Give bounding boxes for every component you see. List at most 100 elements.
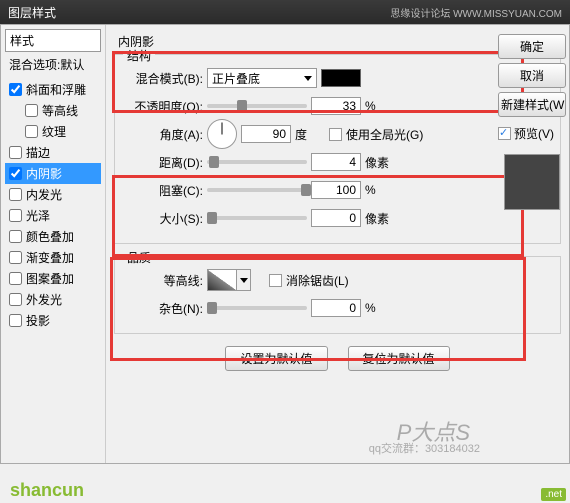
style-label: 光泽 — [26, 207, 50, 224]
style-checkbox[interactable] — [9, 188, 22, 201]
side-buttons: 确定 取消 新建样式(W 预览(V) — [498, 34, 566, 210]
style-checkbox[interactable] — [25, 104, 38, 117]
style-item-2[interactable]: 纹理 — [5, 121, 101, 142]
style-label: 纹理 — [42, 123, 66, 140]
blend-mode-value: 正片叠底 — [212, 70, 260, 87]
panel-title: 内阴影 — [114, 33, 561, 50]
structure-label: 结构 — [123, 47, 155, 64]
distance-row: 距离(D): 像素 — [123, 151, 552, 173]
contour-picker[interactable] — [207, 269, 251, 291]
distance-label: 距离(D): — [123, 154, 203, 171]
choke-slider[interactable] — [207, 188, 307, 192]
opacity-unit: % — [365, 99, 395, 113]
new-style-button[interactable]: 新建样式(W — [498, 92, 566, 117]
style-label: 内阴影 — [26, 165, 62, 182]
blend-mode-label: 混合模式(B): — [123, 70, 203, 87]
choke-unit: % — [365, 183, 395, 197]
style-item-6[interactable]: 光泽 — [5, 205, 101, 226]
size-unit: 像素 — [365, 210, 395, 227]
style-item-7[interactable]: 颜色叠加 — [5, 226, 101, 247]
style-label: 颜色叠加 — [26, 228, 74, 245]
preview-box — [504, 154, 560, 210]
opacity-input[interactable] — [311, 97, 361, 115]
blend-mode-row: 混合模式(B): 正片叠底 — [123, 67, 552, 89]
set-default-button[interactable]: 设置为默认值 — [225, 346, 327, 371]
style-checkbox[interactable] — [9, 314, 22, 327]
style-item-4[interactable]: 内阴影 — [5, 163, 101, 184]
style-checkbox[interactable] — [9, 146, 22, 159]
titlebar-source: 思缘设计论坛 WWW.MISSYUAN.COM — [390, 5, 562, 20]
color-swatch[interactable] — [321, 69, 361, 87]
choke-input[interactable] — [311, 181, 361, 199]
titlebar: 图层样式 思缘设计论坛 WWW.MISSYUAN.COM — [0, 0, 570, 24]
styles-header[interactable]: 样式 — [5, 29, 101, 52]
angle-label: 角度(A): — [123, 126, 203, 143]
watermark-qq: qq交流群：303184032 — [369, 440, 480, 456]
cancel-button[interactable]: 取消 — [498, 63, 566, 88]
style-item-1[interactable]: 等高线 — [5, 100, 101, 121]
logo: shancun — [10, 480, 84, 501]
choke-row: 阻塞(C): % — [123, 179, 552, 201]
style-label: 内发光 — [26, 186, 62, 203]
size-label: 大小(S): — [123, 210, 203, 227]
noise-input[interactable] — [311, 299, 361, 317]
contour-row: 等高线: 消除锯齿(L) — [123, 269, 552, 291]
style-label: 外发光 — [26, 291, 62, 308]
preview-check-row: 预览(V) — [498, 125, 566, 142]
noise-slider[interactable] — [207, 306, 307, 310]
blend-mode-dropdown[interactable]: 正片叠底 — [207, 68, 317, 88]
distance-slider[interactable] — [207, 160, 307, 164]
style-item-5[interactable]: 内发光 — [5, 184, 101, 205]
window-title: 图层样式 — [8, 4, 56, 21]
style-checkbox[interactable] — [9, 209, 22, 222]
style-checkbox[interactable] — [9, 293, 22, 306]
noise-row: 杂色(N): % — [123, 297, 552, 319]
style-checkbox[interactable] — [9, 83, 22, 96]
quality-group: 品质 等高线: 消除锯齿(L) 杂色(N): % — [114, 256, 561, 334]
blend-options-header[interactable]: 混合选项:默认 — [5, 54, 101, 75]
preview-label: 预览(V) — [514, 125, 554, 142]
antialias-checkbox[interactable] — [269, 274, 282, 287]
distance-input[interactable] — [311, 153, 361, 171]
style-checkbox[interactable] — [25, 125, 38, 138]
main-area: 样式 混合选项:默认 斜面和浮雕等高线纹理描边内阴影内发光光泽颜色叠加渐变叠加图… — [0, 24, 570, 464]
size-slider[interactable] — [207, 216, 307, 220]
size-row: 大小(S): 像素 — [123, 207, 552, 229]
opacity-label: 不透明度(O): — [123, 98, 203, 115]
style-label: 渐变叠加 — [26, 249, 74, 266]
angle-input[interactable] — [241, 125, 291, 143]
logo-net: .net — [541, 488, 566, 501]
style-item-3[interactable]: 描边 — [5, 142, 101, 163]
style-label: 等高线 — [42, 102, 78, 119]
choke-label: 阻塞(C): — [123, 182, 203, 199]
style-checkbox[interactable] — [9, 230, 22, 243]
style-label: 投影 — [26, 312, 50, 329]
angle-dial[interactable] — [207, 119, 237, 149]
preview-checkbox[interactable] — [498, 127, 511, 140]
style-checkbox[interactable] — [9, 167, 22, 180]
global-light-label: 使用全局光(G) — [346, 126, 423, 143]
size-input[interactable] — [311, 209, 361, 227]
style-item-8[interactable]: 渐变叠加 — [5, 247, 101, 268]
style-list: 斜面和浮雕等高线纹理描边内阴影内发光光泽颜色叠加渐变叠加图案叠加外发光投影 — [5, 79, 101, 331]
angle-unit: 度 — [295, 126, 325, 143]
global-light-checkbox[interactable] — [329, 128, 342, 141]
ok-button[interactable]: 确定 — [498, 34, 566, 59]
style-item-11[interactable]: 投影 — [5, 310, 101, 331]
noise-label: 杂色(N): — [123, 300, 203, 317]
structure-group: 结构 混合模式(B): 正片叠底 不透明度(O): % 角度(A): 度 — [114, 54, 561, 244]
style-item-0[interactable]: 斜面和浮雕 — [5, 79, 101, 100]
reset-default-button[interactable]: 复位为默认值 — [348, 346, 450, 371]
button-row: 设置为默认值 复位为默认值 — [114, 346, 561, 371]
style-label: 图案叠加 — [26, 270, 74, 287]
angle-row: 角度(A): 度 使用全局光(G) — [123, 123, 552, 145]
style-item-10[interactable]: 外发光 — [5, 289, 101, 310]
antialias-label: 消除锯齿(L) — [286, 272, 349, 289]
opacity-slider[interactable] — [207, 104, 307, 108]
distance-unit: 像素 — [365, 154, 395, 171]
style-item-9[interactable]: 图案叠加 — [5, 268, 101, 289]
style-checkbox[interactable] — [9, 272, 22, 285]
chevron-down-icon — [237, 269, 251, 291]
contour-label: 等高线: — [123, 272, 203, 289]
style-checkbox[interactable] — [9, 251, 22, 264]
